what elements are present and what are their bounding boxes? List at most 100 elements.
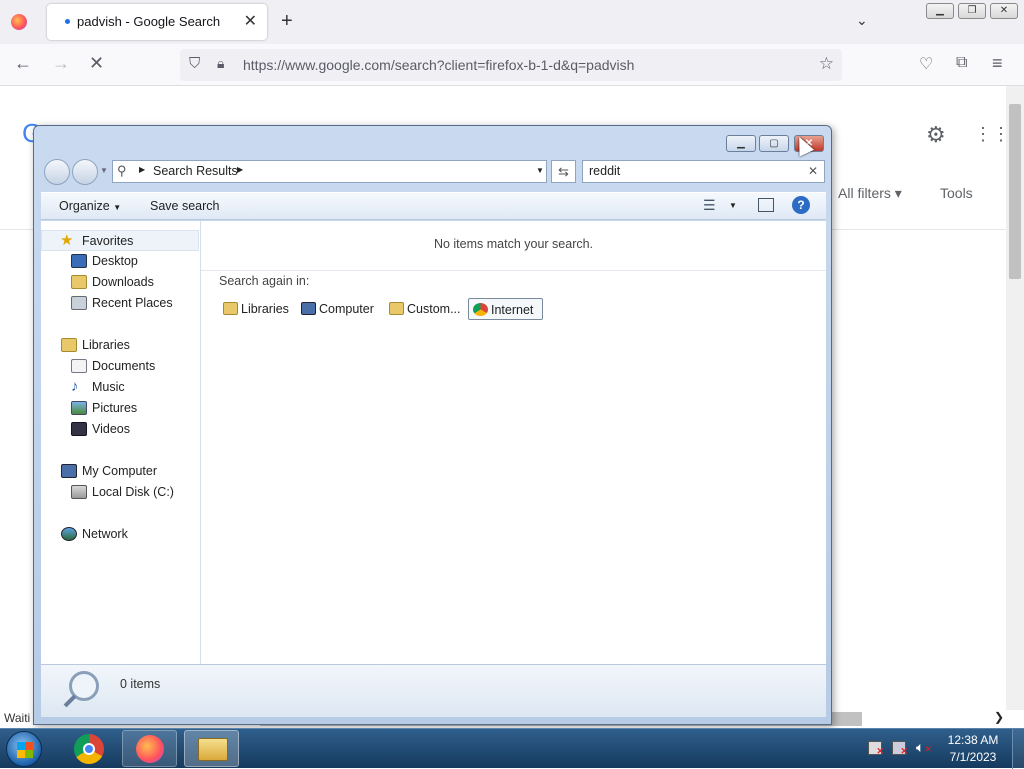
search-again-libraries[interactable]: Libraries	[219, 298, 291, 320]
google-apps-icon[interactable]: ⋮⋮	[974, 124, 1010, 145]
help-icon[interactable]: ?	[792, 196, 810, 214]
libraries-icon	[61, 338, 77, 352]
loading-indicator-icon	[65, 19, 70, 24]
nav-label: Recent Places	[92, 296, 173, 310]
search-again-internet[interactable]: Internet	[468, 298, 543, 320]
tab-google-search[interactable]: padvish - Google Search ✕	[47, 4, 267, 40]
navigation-pane: ★ Favorites Desktop Downloads Recent Pla…	[41, 221, 201, 664]
organize-dropdown-icon: ▼	[113, 203, 122, 212]
url-bar[interactable]: ⛉ 🔒︎ https://www.google.com/search?clien…	[180, 49, 842, 81]
nav-label: Libraries	[82, 338, 130, 352]
back-button[interactable]	[44, 159, 70, 185]
action-center-flag-icon[interactable]: ✕	[868, 741, 884, 756]
nav-label: Music	[92, 380, 125, 394]
nav-network[interactable]: Network	[41, 524, 199, 545]
new-tab-icon[interactable]: +	[281, 10, 293, 33]
libraries-icon	[223, 302, 238, 315]
volume-muted-icon[interactable]: 🔈︎✕	[916, 739, 932, 756]
recent-pages-chevron-icon[interactable]: ▼	[100, 166, 108, 175]
save-search-button[interactable]: Save search	[150, 199, 219, 213]
search-again-custom[interactable]: Custom...	[385, 298, 465, 320]
taskbar-explorer-button[interactable]	[184, 730, 239, 767]
firefox-icon	[136, 735, 164, 763]
tab-title: padvish - Google Search	[77, 14, 221, 29]
star-icon: ★	[60, 232, 74, 249]
minimize-window-button[interactable]: ▁	[926, 3, 954, 19]
explorer-window: ▁ ▢ ✕ ▼ ⚲ ▶ Search Results ▶ ▼ ⇆ reddit …	[33, 125, 832, 725]
explorer-maximize-button[interactable]: ▢	[759, 135, 789, 152]
chrome-icon	[74, 734, 104, 764]
nav-my-computer[interactable]: My Computer	[41, 461, 199, 482]
change-view-icon[interactable]: ☰	[703, 197, 716, 214]
breadcrumb-arrow-icon[interactable]: ▶	[139, 165, 145, 174]
view-options-chevron-icon[interactable]: ▼	[729, 201, 737, 210]
nav-downloads[interactable]: Downloads	[41, 272, 199, 293]
nav-desktop[interactable]: Desktop	[41, 251, 199, 272]
preview-pane-icon[interactable]	[758, 198, 774, 212]
clock-date[interactable]: 7/1/2023	[938, 750, 1008, 764]
firefox-menu-icon[interactable]	[11, 14, 27, 30]
lock-icon[interactable]: 🔒︎	[217, 55, 224, 72]
custom-folder-icon	[389, 302, 404, 315]
nav-documents[interactable]: Documents	[41, 356, 199, 377]
url-text[interactable]: https://www.google.com/search?client=fir…	[243, 57, 634, 73]
nav-libraries[interactable]: Libraries	[41, 335, 199, 356]
show-desktop-button[interactable]	[1012, 729, 1024, 769]
app-menu-icon[interactable]: ≡	[992, 53, 1003, 74]
pocket-icon[interactable]: ♡	[919, 54, 933, 74]
all-filters-label: All filters	[838, 185, 891, 201]
breadcrumb-search-results[interactable]: Search Results	[153, 164, 238, 178]
breadcrumb-arrow-icon[interactable]: ▶	[237, 165, 243, 174]
nav-recent-places[interactable]: Recent Places	[41, 293, 199, 314]
search-again-internet-label: Internet	[491, 303, 534, 317]
nav-music[interactable]: ♪ Music	[41, 377, 199, 398]
nav-favorites[interactable]: ★ Favorites	[41, 230, 199, 251]
search-again-computer[interactable]: Computer	[297, 298, 377, 320]
settings-gear-icon[interactable]: ⚙	[926, 122, 946, 148]
start-button[interactable]	[6, 731, 42, 767]
organize-button[interactable]: Organize ▼	[59, 199, 121, 213]
nav-label: My Computer	[82, 464, 158, 478]
tracking-shield-icon[interactable]: ⛉	[189, 55, 200, 72]
search-input[interactable]: reddit	[589, 164, 620, 178]
clear-search-icon[interactable]: ✕	[808, 164, 818, 178]
folder-icon	[198, 738, 228, 761]
scroll-right-icon[interactable]: ❯	[994, 710, 1004, 724]
music-icon: ♪	[71, 378, 79, 395]
vertical-scrollbar[interactable]	[1006, 86, 1024, 710]
network-status-icon[interactable]: ✕	[892, 741, 908, 756]
extensions-icon[interactable]: ⧉	[956, 54, 967, 72]
explorer-minimize-button[interactable]: ▁	[726, 135, 756, 152]
search-again-libraries-label: Libraries	[241, 302, 289, 316]
magnifier-handle	[63, 694, 77, 708]
tools-button[interactable]: Tools	[940, 185, 973, 201]
taskbar: ✕ ✕ 🔈︎✕ 12:38 AM 7/1/2023	[0, 728, 1024, 769]
close-tab-icon[interactable]: ✕	[244, 11, 257, 31]
videos-icon	[71, 422, 87, 436]
refresh-button[interactable]: ⇆	[551, 160, 576, 183]
bookmark-star-icon[interactable]: ☆	[819, 54, 834, 74]
nav-label: Local Disk (C:)	[92, 485, 174, 499]
restore-window-button[interactable]: ❐	[958, 3, 986, 19]
nav-videos[interactable]: Videos	[41, 419, 199, 440]
close-window-button[interactable]: ✕	[990, 3, 1018, 19]
forward-button[interactable]	[72, 159, 98, 185]
taskbar-firefox-button[interactable]	[122, 730, 177, 767]
all-filters-button[interactable]: All filters ▾	[838, 185, 902, 202]
search-box[interactable]: reddit ✕	[582, 160, 825, 183]
documents-icon	[71, 359, 87, 373]
list-tabs-chevron-icon[interactable]: ⌄	[856, 12, 868, 29]
address-dropdown-icon[interactable]: ▼	[536, 166, 544, 175]
nav-label: Favorites	[82, 234, 134, 248]
nav-local-disk[interactable]: Local Disk (C:)	[41, 482, 199, 503]
taskbar-chrome-button[interactable]	[62, 730, 117, 767]
scrollbar-thumb[interactable]	[1009, 104, 1021, 279]
stop-loading-icon[interactable]: ✕	[89, 53, 104, 74]
clock-time[interactable]: 12:38 AM	[938, 733, 1008, 747]
forward-icon[interactable]: →	[52, 53, 70, 74]
back-icon[interactable]: ←	[14, 53, 32, 74]
status-text: Waiti	[4, 711, 31, 725]
address-bar[interactable]: ⚲ ▶ Search Results ▶ ▼	[112, 160, 547, 183]
nav-pictures[interactable]: Pictures	[41, 398, 199, 419]
browser-nav-bar: ← → ✕ ⛉ 🔒︎ https://www.google.com/search…	[0, 44, 1024, 86]
